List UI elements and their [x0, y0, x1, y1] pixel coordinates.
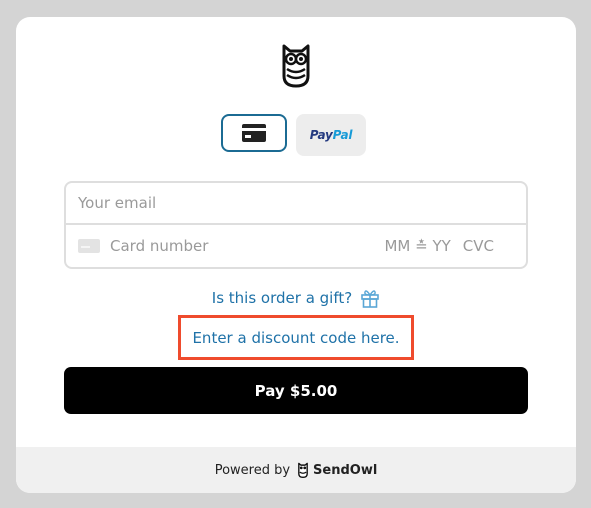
email-field[interactable]: Your email	[66, 183, 526, 225]
powered-by-text: Powered by	[214, 462, 291, 478]
gift-link[interactable]: Is this order a gift?	[16, 288, 576, 308]
pay-button[interactable]: Pay $5.00	[64, 367, 528, 414]
card-generic-icon	[78, 239, 100, 253]
footer: Powered by SendOwl	[16, 447, 576, 493]
card-number-placeholder: Card number	[110, 237, 209, 255]
pay-button-label: Pay $5.00	[254, 381, 338, 400]
gift-link-text: Is this order a gift?	[211, 289, 353, 307]
cvc-placeholder: CVC	[462, 237, 494, 255]
checkout-card: PayPal Your email Card number MM ≛ YY CV…	[16, 17, 576, 493]
expiry-placeholder: MM ≛ YY	[384, 237, 451, 255]
owl-small-icon	[298, 462, 308, 478]
payment-fields: Your email Card number MM ≛ YY CVC	[64, 181, 528, 269]
paypal-payment-option[interactable]: PayPal	[296, 114, 366, 156]
credit-card-icon	[242, 124, 266, 142]
card-payment-option[interactable]	[221, 114, 287, 152]
brand-name: SendOwl	[313, 462, 378, 478]
email-placeholder: Your email	[78, 194, 157, 212]
discount-code-link[interactable]: Enter a discount code here.	[178, 315, 414, 360]
discount-link-text: Enter a discount code here.	[192, 328, 400, 347]
gift-icon	[361, 290, 380, 308]
card-number-field[interactable]: Card number MM ≛ YY CVC	[66, 225, 526, 267]
sendowl-brand-link[interactable]: SendOwl	[297, 462, 377, 478]
owl-logo-icon	[282, 44, 310, 88]
paypal-logo: PayPal	[309, 128, 353, 142]
